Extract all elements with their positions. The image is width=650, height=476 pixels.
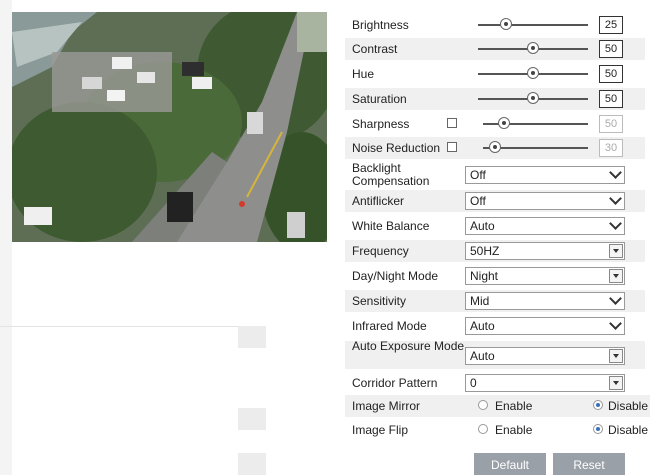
day-night-select[interactable]: Night [465,267,625,285]
image-mirror-enable-label: Enable [495,399,533,413]
backlight-label: Backlight Compensation [352,161,430,188]
sensitivity-label: Sensitivity [352,294,407,308]
noise-reduction-row: Noise Reduction 30 [345,137,645,159]
brightness-slider-thumb[interactable] [500,18,512,30]
antiflicker-row: Antiflicker Off [345,190,645,212]
contrast-slider[interactable] [478,42,588,54]
image-flip-enable-radio[interactable] [478,424,488,434]
infrared-select[interactable]: Auto [465,317,625,335]
antiflicker-selected-value: Off [470,194,486,208]
noise-reduction-value-input[interactable]: 30 [599,139,623,157]
antiflicker-select[interactable]: Off [465,192,625,210]
auto-exposure-select[interactable]: Auto [465,347,625,365]
frequency-selected-value: 50HZ [470,244,500,258]
corridor-selected-value: 0 [470,376,477,390]
hue-row: Hue 50 [345,63,645,85]
sharpness-label: Sharpness [352,117,410,131]
corridor-row: Corridor Pattern 0 [345,372,645,394]
hue-slider-thumb[interactable] [527,67,539,79]
infrared-row: Infrared Mode Auto [345,315,645,337]
dropdown-arrow-icon [609,244,623,258]
hue-label: Hue [352,67,375,81]
white-balance-label: White Balance [352,219,430,233]
hue-slider[interactable] [478,67,588,79]
placeholder-block [238,453,266,475]
hue-value-input[interactable]: 50 [599,65,623,83]
reset-button[interactable]: Reset [553,453,625,475]
brightness-row: Brightness 25 [345,14,645,36]
camera-preview-image [12,12,327,242]
saturation-value-input[interactable]: 50 [599,90,623,108]
noise-reduction-label: Noise Reduction [352,141,441,155]
dropdown-arrow-icon [609,269,623,283]
image-flip-row: Image Flip Enable Disable [345,419,650,441]
image-flip-enable-label: Enable [495,423,533,437]
frequency-row: Frequency 50HZ [345,240,645,262]
dropdown-arrow-icon [609,349,623,363]
camera-preview [12,12,327,242]
corridor-label: Corridor Pattern [352,376,438,390]
chevron-down-icon [609,292,622,305]
chevron-down-icon [609,217,622,230]
left-margin [0,0,12,475]
saturation-row: Saturation 50 [345,88,645,110]
saturation-slider-thumb[interactable] [527,92,539,104]
contrast-label: Contrast [352,42,398,56]
backlight-selected-value: Off [470,168,486,182]
image-settings-panel: Brightness 25 Contrast 50 Hue 50 Saturat… [345,6,650,475]
noise-reduction-checkbox[interactable] [447,142,457,152]
image-flip-label: Image Flip [352,423,409,437]
brightness-slider[interactable] [478,18,588,30]
frequency-label: Frequency [352,244,409,258]
day-night-label: Day/Night Mode [352,269,439,283]
white-balance-row: White Balance Auto [345,215,645,237]
infrared-selected-value: Auto [470,319,495,333]
noise-reduction-slider[interactable] [483,141,588,153]
backlight-select[interactable]: Off [465,166,625,184]
dropdown-arrow-icon [609,376,623,390]
image-mirror-label: Image Mirror [352,399,421,413]
day-night-selected-value: Night [470,269,499,283]
chevron-down-icon [609,317,622,330]
contrast-slider-thumb[interactable] [527,42,539,54]
noise-reduction-slider-thumb[interactable] [489,141,501,153]
contrast-value-input[interactable]: 50 [599,40,623,58]
default-button[interactable]: Default [474,453,546,475]
auto-exposure-row: Auto Exposure Mode Auto [345,339,645,369]
sharpness-checkbox[interactable] [447,118,457,128]
saturation-label: Saturation [352,92,407,106]
white-balance-selected-value: Auto [470,219,495,233]
brightness-value-input[interactable]: 25 [599,16,623,34]
contrast-row: Contrast 50 [345,38,645,60]
sharpness-row: Sharpness 50 [345,113,645,135]
placeholder-block [238,408,266,430]
auto-exposure-selected-value: Auto [470,349,495,363]
saturation-slider[interactable] [478,92,588,104]
backlight-row: Backlight Compensation Off [345,161,645,188]
white-balance-select[interactable]: Auto [465,217,625,235]
corridor-select[interactable]: 0 [465,374,625,392]
image-mirror-enable-radio[interactable] [478,400,488,410]
sharpness-slider-thumb[interactable] [498,117,510,129]
image-flip-disable-radio[interactable] [593,424,603,434]
day-night-row: Day/Night Mode Night [345,265,645,287]
infrared-label: Infrared Mode [352,319,427,333]
sharpness-value-input[interactable]: 50 [599,115,623,133]
sensitivity-selected-value: Mid [470,294,490,308]
sensitivity-select[interactable]: Mid [465,292,625,310]
placeholder-block [238,326,266,348]
sensitivity-row: Sensitivity Mid [345,290,645,312]
auto-exposure-label: Auto Exposure Mode [352,339,465,353]
chevron-down-icon [609,166,622,179]
image-mirror-disable-label: Disable [608,399,649,413]
image-flip-disable-label: Disable [608,423,649,437]
antiflicker-label: Antiflicker [352,194,405,208]
divider-line [0,326,238,327]
sharpness-slider[interactable] [483,117,588,129]
chevron-down-icon [609,192,622,205]
frequency-select[interactable]: 50HZ [465,242,625,260]
brightness-label: Brightness [352,18,409,32]
image-mirror-row: Image Mirror Enable Disable [345,395,650,417]
image-mirror-disable-radio[interactable] [593,400,603,410]
